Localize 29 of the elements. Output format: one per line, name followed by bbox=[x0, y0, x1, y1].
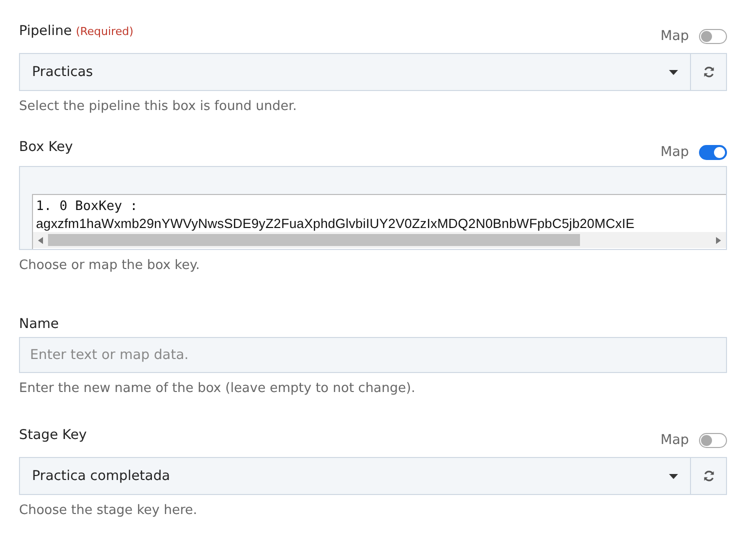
select-field[interactable]: Practica completada bbox=[19, 457, 691, 495]
help-text: Choose or map the box key. bbox=[19, 258, 201, 273]
map-toggle[interactable] bbox=[699, 28, 727, 44]
field-label: Pipeline bbox=[19, 23, 72, 39]
caret-icon bbox=[669, 70, 678, 74]
map-toggle[interactable] bbox=[699, 432, 727, 448]
horizontal-scrollbar[interactable] bbox=[33, 232, 726, 248]
refresh-button[interactable] bbox=[691, 53, 727, 91]
scroll-left-icon[interactable] bbox=[38, 236, 43, 244]
field-label: Name bbox=[19, 316, 59, 332]
help-text: Enter the new name of the box (leave empty to not change). bbox=[19, 381, 416, 396]
scroll-right-icon[interactable] bbox=[716, 236, 721, 244]
map-label: Map bbox=[660, 432, 689, 448]
help-text: Select the pipeline this box is found under. bbox=[19, 99, 298, 114]
refresh-icon bbox=[702, 470, 714, 482]
map-label: Map bbox=[660, 28, 689, 44]
select-field[interactable]: Practicas bbox=[19, 53, 691, 91]
required-note: (Required) bbox=[76, 25, 134, 38]
help-text: Choose the stage key here. bbox=[19, 503, 198, 518]
caret-icon bbox=[669, 474, 678, 478]
map-toggle[interactable] bbox=[699, 144, 727, 160]
mapped-field[interactable]: 1. 0 BoxKey : agxzfm1haWxmb29nYWVyNwsSDE9yZ2FuaXphdGlvbiIUY2V0ZzIxMDQ2N0BnbWFpbC5jb20MCxIE bbox=[19, 166, 727, 250]
field-label: Stage Key bbox=[19, 427, 87, 443]
map-label: Map bbox=[660, 144, 689, 160]
refresh-button[interactable] bbox=[691, 457, 727, 495]
mapped-value: 1. 0 BoxKey : agxzfm1haWxmb29nYWVyNwsSDE9yZ2FuaXphdGlvbiIUY2V0ZzIxMDQ2N0BnbWFpbC5jb20MCxIE bbox=[35, 198, 636, 232]
refresh-icon bbox=[702, 66, 714, 78]
field-label: Box Key bbox=[19, 139, 73, 155]
text-input[interactable]: Enter text or map data. bbox=[19, 337, 727, 373]
